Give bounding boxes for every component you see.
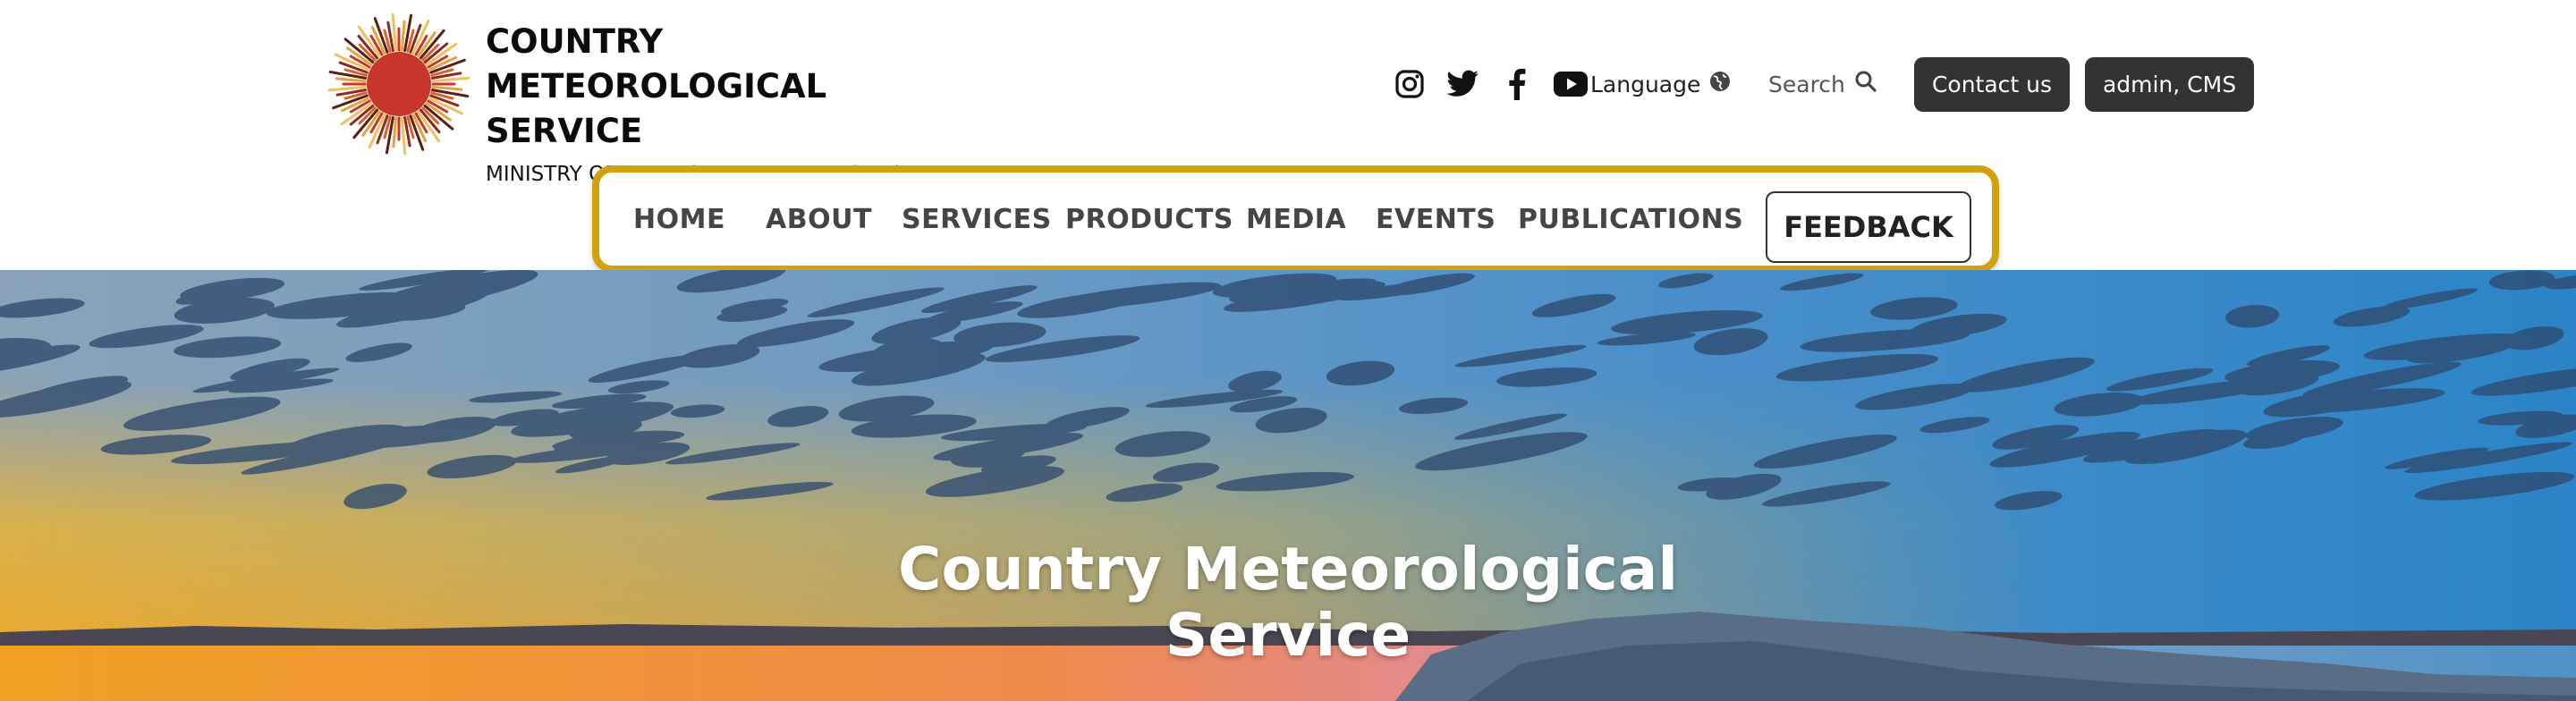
brand-block[interactable]: COUNTRY METEOROLOGICAL SERVICE MINISTRY … (486, 20, 987, 188)
language-label: Language (1590, 71, 1701, 97)
youtube-icon[interactable] (1553, 66, 1589, 102)
nav-item-publications[interactable]: PUBLICATIONS (1518, 199, 1743, 241)
brand-title-line1: COUNTRY METEOROLOGICAL (486, 22, 827, 106)
nav-item-products[interactable]: PRODUCTS (1065, 199, 1233, 241)
globe-icon (1709, 71, 1731, 97)
search-label: Search (1768, 71, 1845, 97)
feedback-button[interactable]: FEEDBACK (1766, 191, 1971, 263)
admin-cms-button[interactable]: admin, CMS (2085, 57, 2254, 112)
social-links (1392, 64, 1589, 104)
sun-logo-icon[interactable] (326, 11, 472, 157)
search-icon (1854, 70, 1877, 98)
language-selector[interactable]: Language (1590, 66, 1731, 102)
search-trigger[interactable]: Search (1768, 66, 1877, 102)
hero-title-line2: Service (1165, 601, 1411, 670)
contact-us-button[interactable]: Contact us (1914, 57, 2070, 112)
nav-item-services[interactable]: SERVICES (902, 199, 1052, 241)
twitter-icon[interactable] (1445, 66, 1481, 102)
nav-item-home[interactable]: HOME (633, 199, 725, 241)
instagram-icon[interactable] (1392, 66, 1428, 102)
nav-item-about[interactable]: ABOUT (766, 199, 872, 241)
nav-item-media[interactable]: MEDIA (1246, 199, 1346, 241)
brand-title: COUNTRY METEOROLOGICAL SERVICE (486, 20, 987, 154)
hero-banner: Country Meteorological Service (0, 270, 2576, 701)
facebook-icon[interactable] (1499, 66, 1535, 102)
hero-title: Country Meteorological Service (841, 536, 1735, 669)
site-header: COUNTRY METEOROLOGICAL SERVICE MINISTRY … (0, 0, 2576, 273)
main-navigation: HOME ABOUT SERVICES PRODUCTS MEDIA EVENT… (592, 165, 1999, 273)
hero-title-line1: Country Meteorological (898, 535, 1678, 604)
brand-title-line2: SERVICE (486, 112, 643, 150)
nav-item-events[interactable]: EVENTS (1376, 199, 1496, 241)
